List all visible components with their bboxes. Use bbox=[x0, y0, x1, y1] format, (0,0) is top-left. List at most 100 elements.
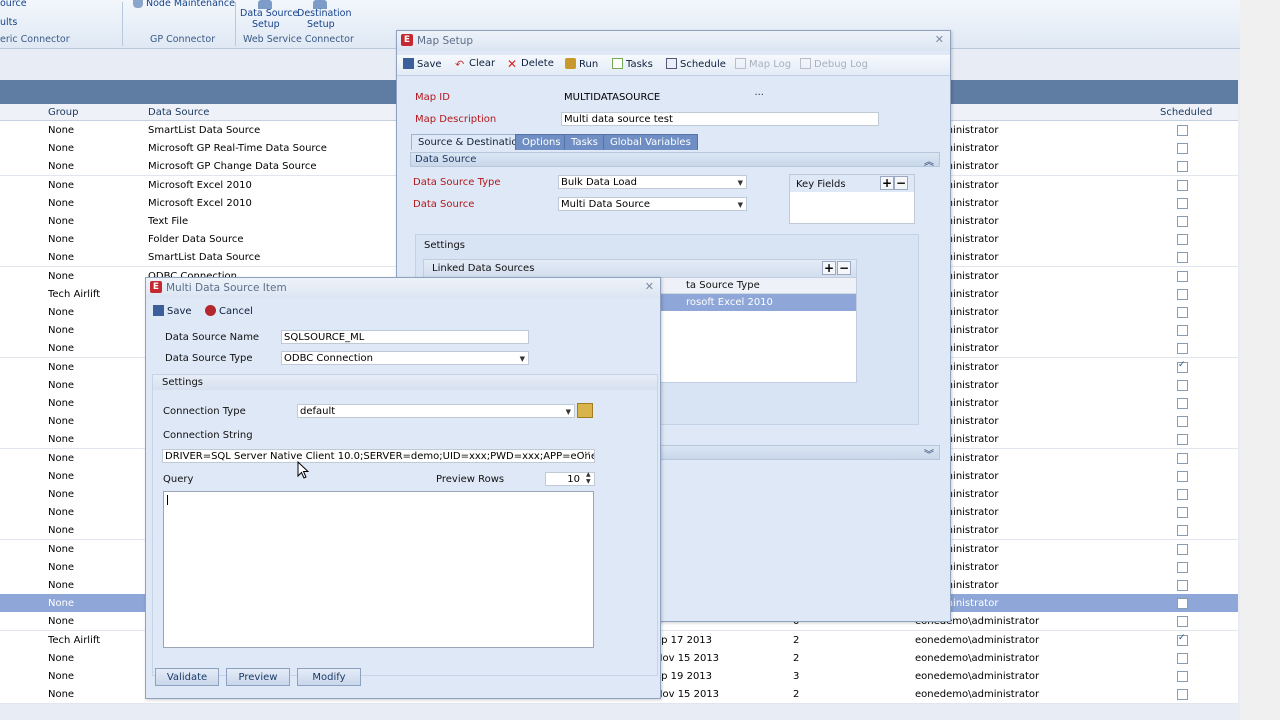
remove-key-field-button[interactable]: − bbox=[894, 176, 908, 190]
save-button[interactable]: Save bbox=[153, 305, 192, 317]
scheduled-checkbox[interactable] bbox=[1177, 270, 1188, 282]
delete-button[interactable]: ✕ Delete bbox=[507, 58, 554, 70]
cell-group: None bbox=[48, 598, 75, 610]
scheduled-checkbox[interactable] bbox=[1177, 580, 1188, 591]
collapse-icon[interactable]: ︽ bbox=[924, 153, 934, 168]
scheduled-checkbox[interactable] bbox=[1177, 252, 1188, 264]
ellipsis-icon[interactable]: ··· bbox=[754, 91, 764, 103]
scheduled-checkbox[interactable] bbox=[1177, 343, 1188, 355]
tasks-button[interactable]: Tasks bbox=[612, 58, 653, 70]
ellipsis-icon[interactable]: ··· bbox=[581, 448, 591, 459]
linked-list-row-type: rosoft Excel 2010 bbox=[686, 297, 773, 308]
destination-setup-button[interactable]: Destination bbox=[297, 8, 352, 19]
mdsi-title: Multi Data Source Item bbox=[166, 282, 287, 294]
run-button[interactable]: Run bbox=[565, 58, 598, 70]
validate-button[interactable]: Validate bbox=[155, 668, 219, 686]
column-header-data-source[interactable]: Data Source bbox=[148, 107, 209, 118]
data-source-section-header[interactable]: Data Source ︽ bbox=[410, 152, 940, 168]
map-description-field[interactable]: Multi data source test bbox=[561, 112, 879, 126]
scheduled-checkbox[interactable] bbox=[1177, 561, 1188, 573]
cell-user: eonedemo\administrator bbox=[915, 689, 1040, 701]
scheduled-checkbox[interactable] bbox=[1177, 507, 1188, 519]
add-key-field-button[interactable]: + bbox=[880, 176, 894, 190]
scheduled-checkbox[interactable] bbox=[1177, 234, 1188, 246]
save-button[interactable]: Save bbox=[403, 58, 442, 70]
close-icon[interactable]: ✕ bbox=[645, 280, 654, 293]
scheduled-checkbox[interactable] bbox=[1177, 633, 1188, 646]
data-source-type-select[interactable]: Bulk Data Load ▼ bbox=[558, 175, 747, 189]
preview-button[interactable]: Preview bbox=[226, 668, 290, 686]
scheduled-checkbox[interactable] bbox=[1177, 489, 1188, 500]
scheduled-checkbox[interactable] bbox=[1177, 143, 1188, 155]
destination-setup-button-line2[interactable]: Setup bbox=[307, 19, 335, 30]
clear-button[interactable]: ↶ Clear bbox=[455, 58, 495, 70]
cancel-button[interactable]: Cancel bbox=[205, 305, 253, 317]
scheduled-checkbox[interactable] bbox=[1177, 598, 1188, 610]
connection-type-label: Connection Type bbox=[163, 406, 246, 417]
data-source-setup-button[interactable]: Data Source bbox=[240, 8, 298, 19]
mouse-pointer-icon bbox=[297, 461, 309, 479]
key-fields-panel: Key Fields + − bbox=[789, 174, 915, 224]
scheduled-checkbox[interactable] bbox=[1177, 379, 1188, 391]
delete-icon: ✕ bbox=[507, 57, 518, 71]
expand-icon[interactable]: ︾ bbox=[924, 446, 934, 461]
ribbon-item-source[interactable]: ource bbox=[0, 0, 27, 9]
remove-linked-source-button[interactable]: − bbox=[837, 261, 851, 275]
close-icon[interactable]: ✕ bbox=[935, 33, 944, 46]
scheduled-checkbox[interactable] bbox=[1177, 216, 1188, 227]
connection-builder-icon[interactable] bbox=[577, 403, 593, 418]
tab-global-variables[interactable]: Global Variables bbox=[603, 134, 698, 150]
map-id-field[interactable]: MULTIDATASOURCE ··· bbox=[561, 90, 768, 104]
mdsi-titlebar: E Multi Data Source Item ✕ bbox=[146, 278, 660, 298]
scheduled-checkbox[interactable] bbox=[1177, 197, 1188, 209]
cell-user: eonedemo\administrator bbox=[915, 652, 1040, 664]
node-maintenance-button[interactable]: Node Maintenance bbox=[146, 0, 235, 9]
query-label: Query bbox=[163, 474, 194, 485]
stepper-arrows-icon[interactable]: ▲ ▼ bbox=[586, 471, 591, 485]
ribbon-item-results[interactable]: ults bbox=[0, 17, 17, 28]
scheduled-checkbox[interactable] bbox=[1177, 671, 1188, 682]
query-editor[interactable] bbox=[163, 491, 594, 648]
schedule-button[interactable]: Schedule bbox=[666, 58, 726, 70]
data-source-select[interactable]: Multi Data Source ▼ bbox=[558, 197, 747, 211]
scheduled-checkbox[interactable] bbox=[1177, 161, 1188, 173]
data-source-name-field[interactable]: SQLSOURCE_ML bbox=[281, 330, 529, 344]
scheduled-checkbox[interactable] bbox=[1177, 325, 1188, 337]
scheduled-checkbox[interactable] bbox=[1177, 288, 1188, 300]
run-icon bbox=[565, 58, 576, 69]
data-source-type-select[interactable]: ODBC Connection ▼ bbox=[281, 351, 529, 365]
scheduled-checkbox[interactable] bbox=[1177, 125, 1188, 136]
map-setup-tabs: Source & Destination Options Tasks Globa… bbox=[411, 134, 941, 150]
scheduled-checkbox[interactable] bbox=[1177, 689, 1188, 701]
map-log-button[interactable]: Map Log bbox=[735, 58, 791, 70]
scheduled-checkbox[interactable] bbox=[1177, 470, 1188, 482]
scheduled-checkbox[interactable] bbox=[1177, 360, 1188, 373]
cell-count: 2 bbox=[793, 634, 800, 646]
tab-source-destination[interactable]: Source & Destination bbox=[411, 134, 531, 150]
cell-modified: Nov 15 2013 bbox=[655, 689, 720, 701]
scheduled-checkbox[interactable] bbox=[1177, 452, 1188, 464]
linked-list-column-type[interactable]: ta Source Type bbox=[686, 280, 760, 291]
clear-icon: ↶ bbox=[455, 58, 465, 71]
scheduled-checkbox[interactable] bbox=[1177, 652, 1188, 664]
connection-string-field[interactable]: DRIVER=SQL Server Native Client 10.0;SER… bbox=[162, 449, 595, 463]
data-source-setup-button-line2[interactable]: Setup bbox=[252, 19, 280, 30]
column-header-scheduled[interactable]: Scheduled bbox=[1160, 107, 1212, 118]
tab-tasks[interactable]: Tasks bbox=[564, 134, 605, 150]
cell-group: None bbox=[48, 325, 75, 337]
scheduled-checkbox[interactable] bbox=[1177, 616, 1188, 628]
scheduled-checkbox[interactable] bbox=[1177, 398, 1188, 409]
modify-button[interactable]: Modify bbox=[297, 668, 361, 686]
add-linked-source-button[interactable]: + bbox=[822, 261, 836, 275]
connection-type-select[interactable]: default ▼ bbox=[297, 404, 575, 418]
scheduled-checkbox[interactable] bbox=[1177, 307, 1188, 318]
scheduled-checkbox[interactable] bbox=[1177, 434, 1188, 446]
scheduled-checkbox[interactable] bbox=[1177, 179, 1188, 191]
scheduled-checkbox[interactable] bbox=[1177, 416, 1188, 428]
debug-log-button[interactable]: Debug Log bbox=[800, 58, 868, 70]
scheduled-checkbox[interactable] bbox=[1177, 525, 1188, 537]
column-header-group[interactable]: Group bbox=[48, 107, 78, 118]
scheduled-checkbox[interactable] bbox=[1177, 543, 1188, 555]
tab-options[interactable]: Options bbox=[515, 134, 568, 150]
cell-group: None bbox=[48, 525, 75, 537]
